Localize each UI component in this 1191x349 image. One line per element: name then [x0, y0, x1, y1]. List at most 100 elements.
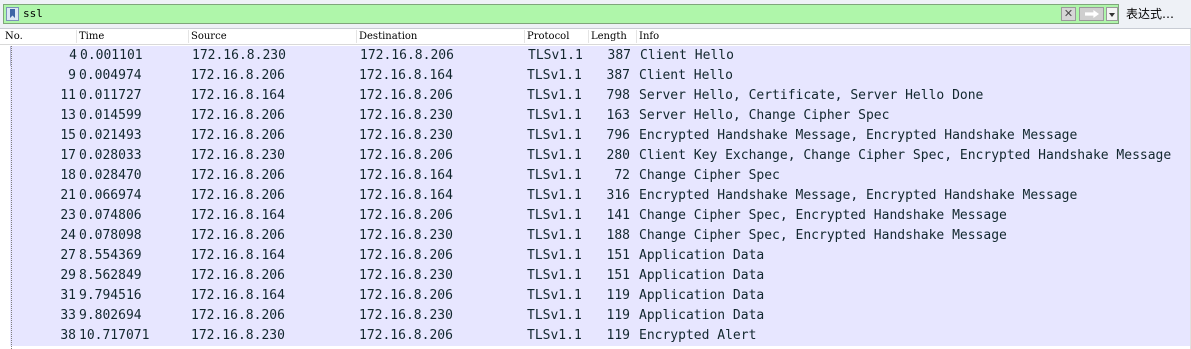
packet-row[interactable]: 13 0.014599 172.16.8.206 172.16.8.230 TLSv1.… — [10, 106, 1191, 126]
packet-cell-info: Client Key Exchange, Change Cipher Spec,… — [639, 148, 1172, 163]
packet-row[interactable]: 31 9.794516 172.16.8.164 172.16.8.206 TLSv1.… — [10, 286, 1191, 306]
packet-cell-no: 11 — [60, 88, 76, 103]
packet-cell-destination: 172.16.8.206 — [359, 148, 453, 163]
packet-cell-protocol: TLSv1.1 — [527, 108, 582, 123]
display-filter-toolbar: ✕ 表达式… — [0, 0, 1191, 29]
packet-cell-source: 172.16.8.164 — [191, 208, 285, 223]
column-separator[interactable] — [356, 30, 357, 43]
packet-row[interactable]: 38 10.717071 172.16.8.230 172.16.8.206 TLSv1… — [10, 326, 1191, 346]
packet-cell-time: 0.021493 — [79, 128, 142, 143]
recent-filters-dropdown-icon[interactable] — [1106, 7, 1118, 21]
column-header-length[interactable]: Length — [591, 30, 627, 43]
column-separator[interactable] — [76, 30, 77, 43]
packet-row[interactable]: 27 8.554369 172.16.8.164 172.16.8.206 TLSv1.… — [10, 246, 1191, 266]
packet-cell-destination: 172.16.8.230 — [359, 108, 453, 123]
column-header-no[interactable]: No. — [5, 30, 23, 43]
packet-cell-length: 119 — [606, 328, 630, 343]
packet-cell-length: 151 — [606, 268, 630, 283]
packet-cell-protocol: TLSv1.1 — [527, 168, 582, 183]
clear-filter-icon[interactable]: ✕ — [1061, 7, 1076, 21]
packet-cell-no: 15 — [60, 128, 76, 143]
packet-cell-destination: 172.16.8.164 — [359, 188, 453, 203]
packet-cell-length: 188 — [606, 228, 630, 243]
column-header-time[interactable]: Time — [79, 30, 104, 43]
column-separator[interactable] — [524, 30, 525, 43]
packet-cell-protocol: TLSv1.1 — [527, 128, 582, 143]
packet-cell-protocol: TLSv1.1 — [527, 288, 582, 303]
packet-cell-protocol: TLSv1.1 — [527, 328, 582, 343]
packet-cell-time: 0.028033 — [79, 148, 142, 163]
packet-cell-time: 0.004974 — [79, 68, 142, 83]
packet-cell-time: 9.794516 — [79, 288, 142, 303]
packet-cell-no: 24 — [60, 228, 76, 243]
packet-cell-source: 172.16.8.164 — [191, 288, 285, 303]
packet-cell-info: Application Data — [639, 308, 765, 323]
packet-cell-no: 18 — [60, 168, 76, 183]
column-header-source[interactable]: Source — [191, 30, 227, 43]
column-separator[interactable] — [636, 30, 637, 43]
packet-cell-length: 163 — [606, 108, 630, 123]
packet-cell-destination: 172.16.8.206 — [359, 208, 453, 223]
expression-button[interactable]: 表达式… — [1126, 6, 1174, 22]
packet-row[interactable]: 15 0.021493 172.16.8.206 172.16.8.230 TLSv1.… — [10, 126, 1191, 146]
packet-cell-protocol: TLSv1.1 — [527, 68, 582, 83]
packet-cell-no: 13 — [60, 108, 76, 123]
packet-cell-no: 27 — [60, 248, 76, 263]
filter-bookmark-icon[interactable] — [6, 7, 19, 21]
packet-cell-length: 119 — [606, 308, 630, 323]
packet-cell-source: 172.16.8.230 — [192, 48, 286, 63]
packet-row[interactable]: 17 0.028033 172.16.8.230 172.16.8.206 TLSv1.… — [10, 146, 1191, 166]
packet-cell-length: 387 — [607, 48, 631, 63]
column-separator[interactable] — [588, 30, 589, 43]
packet-cell-no: 9 — [68, 68, 76, 83]
column-header-info[interactable]: Info — [639, 30, 659, 43]
packet-cell-source: 172.16.8.206 — [191, 128, 285, 143]
packet-cell-info: Encrypted Handshake Message, Encrypted H… — [639, 188, 1078, 203]
packet-row[interactable]: 11 0.011727 172.16.8.164 172.16.8.206 TLSv1.… — [10, 86, 1191, 106]
packet-row[interactable]: 33 9.802694 172.16.8.206 172.16.8.230 TLSv1.… — [10, 306, 1191, 326]
apply-filter-arrow-icon[interactable] — [1079, 7, 1104, 21]
packet-cell-source: 172.16.8.230 — [191, 328, 285, 343]
packet-cell-info: Application Data — [639, 288, 765, 303]
packet-cell-time: 0.014599 — [79, 108, 142, 123]
packet-row[interactable]: 23 0.074806 172.16.8.164 172.16.8.206 TLSv1.… — [10, 206, 1191, 226]
packet-cell-info: Server Hello, Certificate, Server Hello … — [639, 88, 984, 103]
column-separator[interactable] — [188, 30, 189, 43]
packet-cell-info: Client Hello — [640, 48, 734, 63]
packet-cell-no: 31 — [60, 288, 76, 303]
packet-cell-no: 38 — [60, 328, 76, 343]
packet-cell-length: 387 — [606, 68, 630, 83]
packet-cell-destination: 172.16.8.230 — [359, 268, 453, 283]
packet-cell-destination: 172.16.8.164 — [359, 68, 453, 83]
display-filter-input[interactable] — [23, 6, 1053, 22]
packet-cell-protocol: TLSv1.1 — [527, 268, 582, 283]
packet-cell-protocol: TLSv1.1 — [527, 208, 582, 223]
packet-cell-no: 23 — [60, 208, 76, 223]
packet-cell-info: Encrypted Alert — [639, 328, 757, 343]
packet-cell-protocol: TLSv1.1 — [527, 248, 582, 263]
packet-row[interactable]: 21 0.066974 172.16.8.206 172.16.8.164 TLSv1.… — [10, 186, 1191, 206]
packet-cell-source: 172.16.8.230 — [191, 148, 285, 163]
packet-cell-protocol: TLSv1.1 — [528, 48, 583, 63]
packet-row[interactable]: 18 0.028470 172.16.8.206 172.16.8.164 TLSv1.… — [10, 166, 1191, 186]
packet-cell-destination: 172.16.8.230 — [359, 128, 453, 143]
packet-cell-no: 33 — [60, 308, 76, 323]
packet-cell-source: 172.16.8.164 — [191, 88, 285, 103]
packet-cell-info: Application Data — [639, 268, 765, 283]
packet-cell-source: 172.16.8.206 — [191, 228, 285, 243]
wireshark-window: ✕ 表达式… No. Time Source Destination Proto… — [0, 0, 1191, 349]
packet-row[interactable]: 29 8.562849 172.16.8.206 172.16.8.230 TLSv1.… — [10, 266, 1191, 286]
packet-cell-info: Change Cipher Spec, Encrypted Handshake … — [639, 208, 1007, 223]
packet-cell-length: 280 — [606, 148, 630, 163]
packet-cell-info: Server Hello, Change Cipher Spec — [639, 108, 890, 123]
packet-row[interactable]: 9 0.004974 172.16.8.206 172.16.8.164 TLSv1.1… — [10, 66, 1191, 86]
column-header-destination[interactable]: Destination — [359, 30, 417, 43]
packet-cell-time: 0.001101 — [80, 48, 143, 63]
column-header-protocol[interactable]: Protocol — [527, 30, 569, 43]
packet-cell-length: 72 — [614, 168, 630, 183]
packet-cell-time: 0.066974 — [79, 188, 142, 203]
packet-row[interactable]: 24 0.078098 172.16.8.206 172.16.8.230 TLSv1.… — [10, 226, 1191, 246]
packet-cell-time: 8.562849 — [79, 268, 142, 283]
packet-row[interactable]: 4 0.001101 172.16.8.230 172.16.8.206 TLSv1.1… — [10, 46, 1191, 66]
packet-cell-protocol: TLSv1.1 — [527, 228, 582, 243]
